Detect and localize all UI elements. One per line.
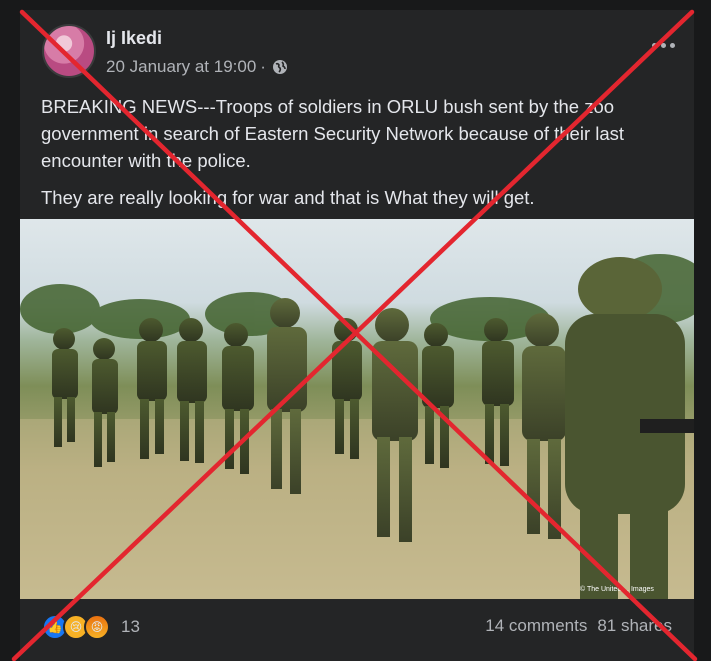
post-photo[interactable]: © The United ... Images (20, 219, 694, 599)
post-paragraph: BREAKING NEWS---Troops of soldiers in OR… (41, 96, 625, 171)
post-footer: 👍 😢 😡 13 14 comments 81 shares (20, 604, 694, 661)
post-paragraph: They are really looking for war and that… (41, 187, 535, 208)
image-credit: © The United ... Images (580, 585, 654, 593)
shares-count[interactable]: 81 shares (597, 616, 672, 636)
post-timestamp[interactable]: 20 January at 19:00 (106, 57, 256, 77)
reactions-summary[interactable]: 👍 😢 😡 13 (42, 614, 140, 640)
globe-icon[interactable] (272, 59, 288, 75)
more-options-icon[interactable] (650, 40, 676, 50)
angry-icon: 😡 (84, 614, 110, 640)
reaction-count: 13 (121, 617, 140, 636)
post-meta: 20 January at 19:00 · (106, 57, 288, 77)
author-name[interactable]: Ij Ikedi (106, 28, 162, 49)
post-text: BREAKING NEWS---Troops of soldiers in OR… (41, 93, 681, 221)
avatar[interactable] (42, 24, 96, 78)
comments-count[interactable]: 14 comments (485, 616, 587, 636)
engagement-stats: 14 comments 81 shares (485, 616, 672, 636)
post-header: Ij Ikedi 20 January at 19:00 · (20, 10, 694, 90)
post-card: Ij Ikedi 20 January at 19:00 · BREAKING … (20, 10, 694, 661)
meta-separator: · (260, 57, 266, 76)
